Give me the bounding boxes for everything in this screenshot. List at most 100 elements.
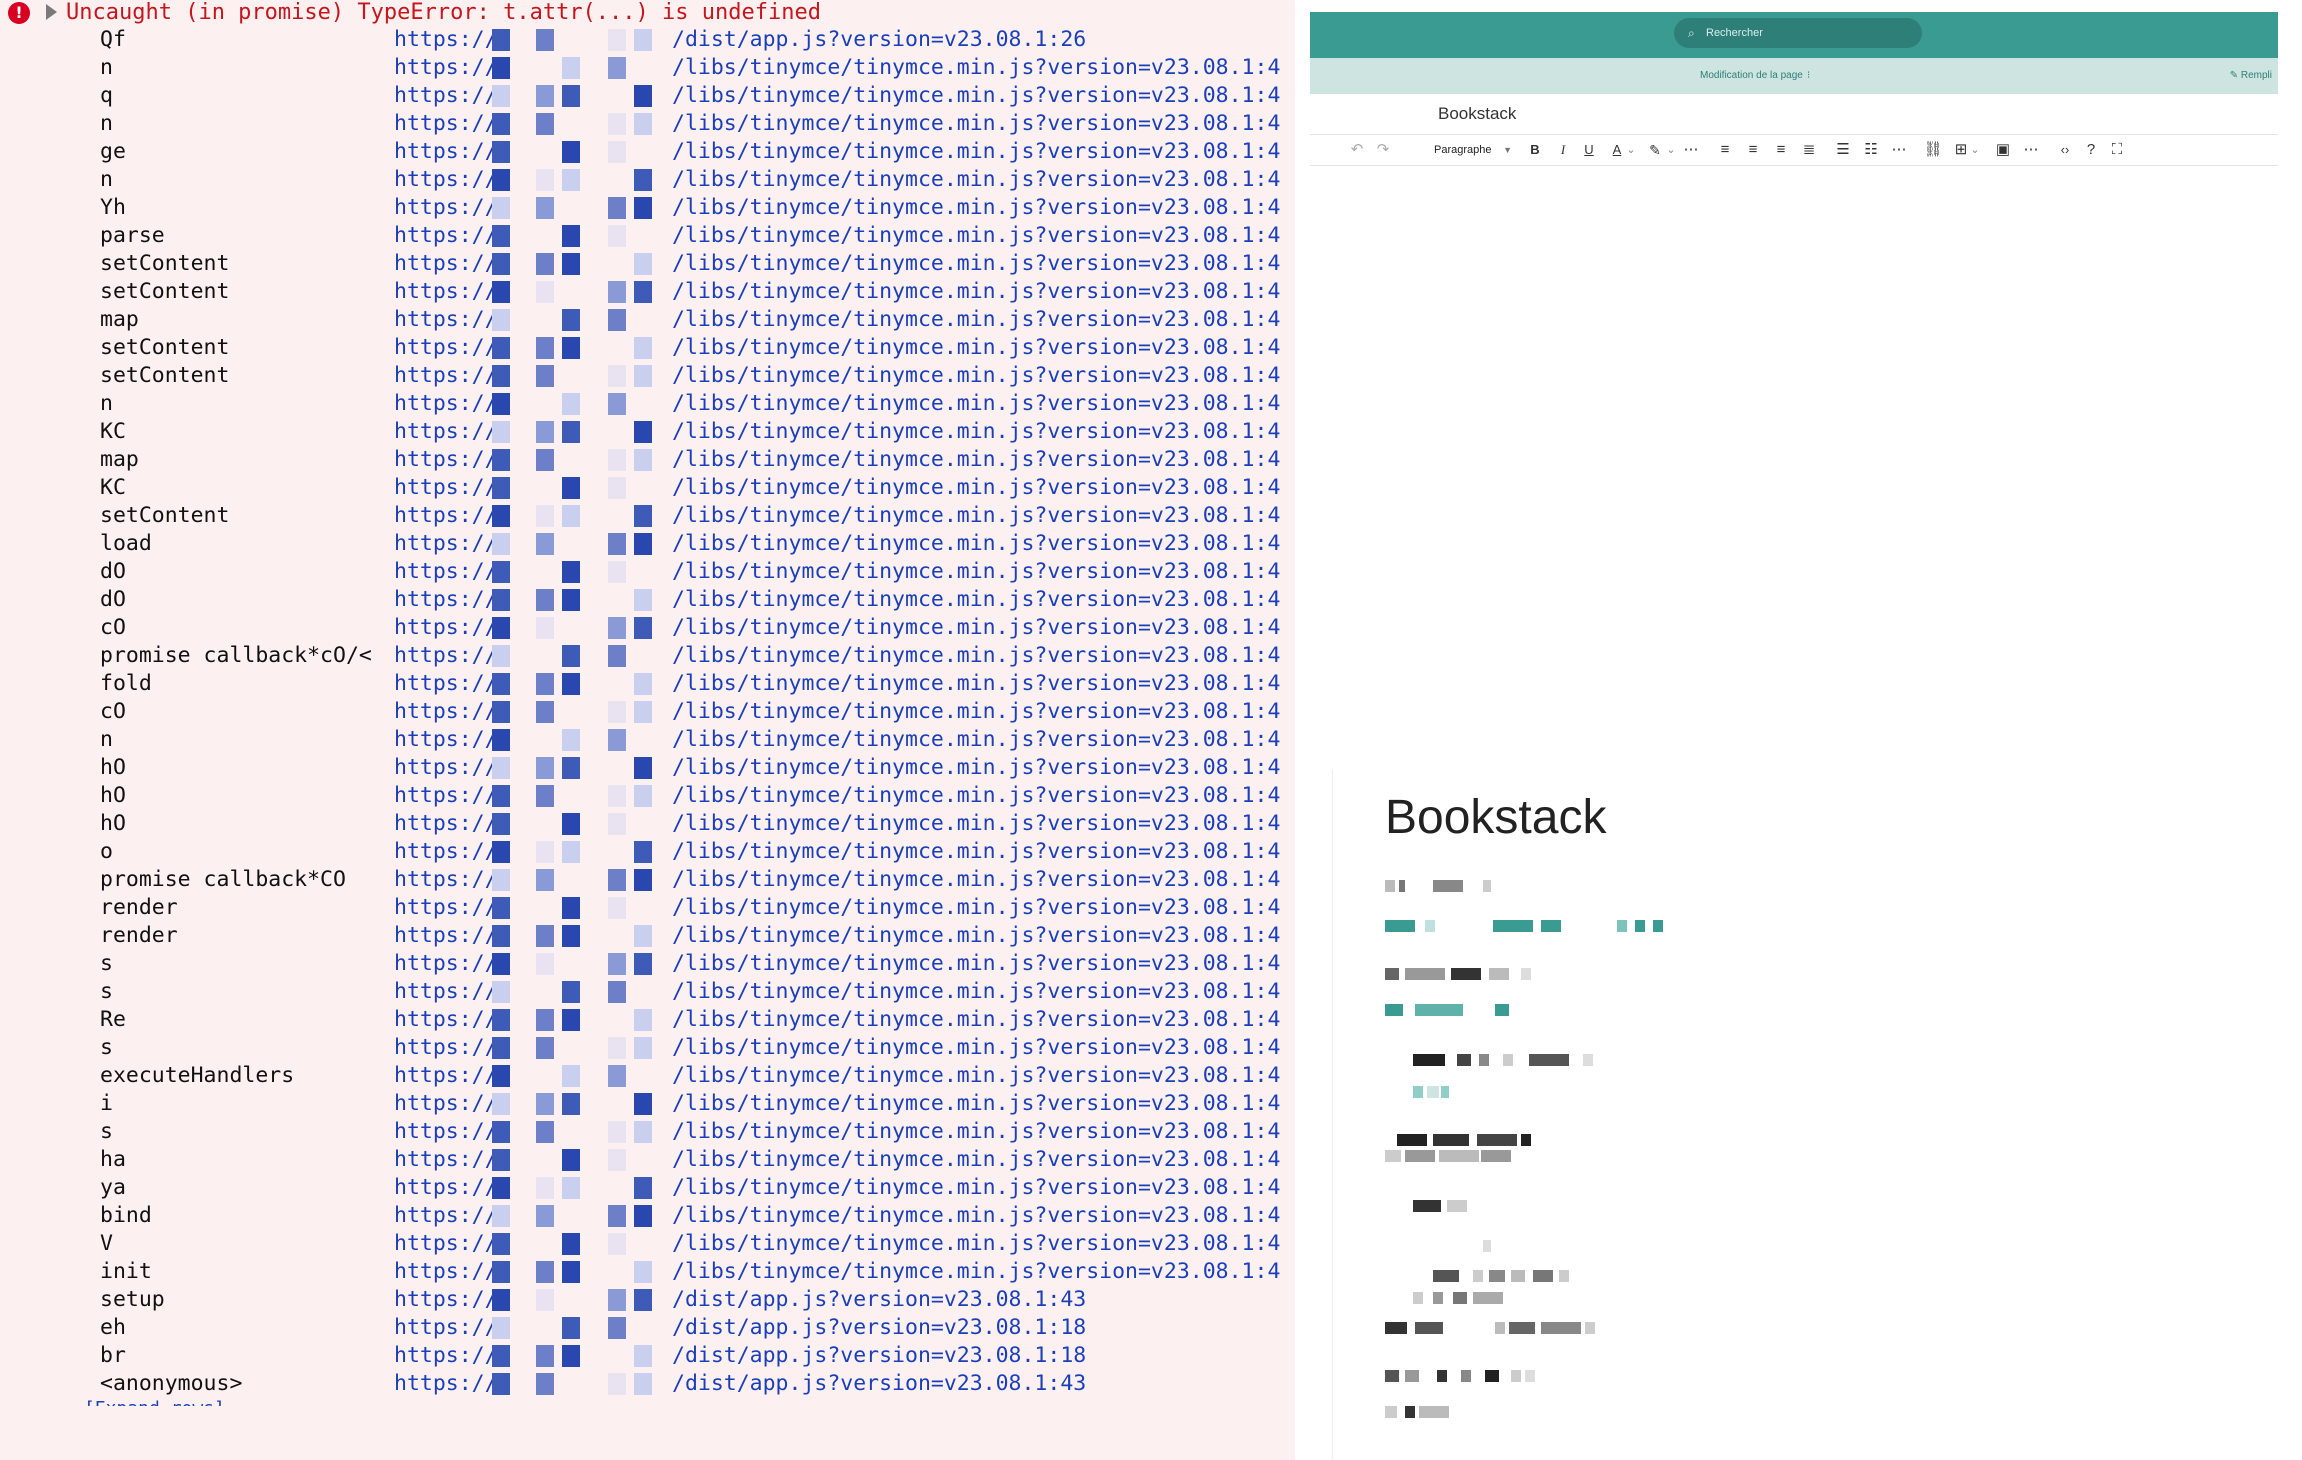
highlight-color-icon[interactable]: ✎ — [1644, 135, 1666, 165]
frame-path[interactable]: /libs/tinymce/tinymce.min.js?version=v23… — [672, 502, 1280, 530]
frame-path[interactable]: /libs/tinymce/tinymce.min.js?version=v23… — [672, 978, 1280, 1006]
stack-frame[interactable]: dO https:// /libs/tinymce/tinymce.min.js?v… — [0, 558, 1295, 586]
frame-path[interactable]: /libs/tinymce/tinymce.min.js?version=v23… — [672, 390, 1280, 418]
align-right-icon[interactable]: ≡ — [1770, 135, 1792, 165]
frame-path[interactable]: /libs/tinymce/tinymce.min.js?version=v23… — [672, 642, 1280, 670]
stack-frame[interactable]: map https:// /libs/tinymce/tinymce.min.js?… — [0, 446, 1295, 474]
stack-frame[interactable]: ha https:// /libs/tinymce/tinymce.min.js?v… — [0, 1146, 1295, 1174]
stack-frame[interactable]: promise callback*CO https:// /libs/tinymce… — [0, 866, 1295, 894]
frame-path[interactable]: /libs/tinymce/tinymce.min.js?version=v23… — [672, 1006, 1280, 1034]
frame-host[interactable]: https:// — [394, 726, 498, 754]
redo-icon[interactable]: ↷ — [1372, 135, 1394, 165]
frame-host[interactable]: https:// — [394, 978, 498, 1006]
stack-frame[interactable]: render https:// /libs/tinymce/tinymce.min.… — [0, 922, 1295, 950]
frame-host[interactable]: https:// — [394, 306, 498, 334]
frame-path[interactable]: /libs/tinymce/tinymce.min.js?version=v23… — [672, 1034, 1280, 1062]
stack-frame[interactable]: setContent https:// /libs/tinymce/tinymce.… — [0, 278, 1295, 306]
more-icon[interactable]: ⋯ — [1888, 135, 1910, 165]
frame-host[interactable]: https:// — [394, 222, 498, 250]
stack-frame[interactable]: n https:// /libs/tinymce/tinymce.min.js?ve… — [0, 110, 1295, 138]
frame-path[interactable]: /dist/app.js?version=v23.08.1:43 — [672, 1286, 1086, 1314]
stack-frame[interactable]: fold https:// /libs/tinymce/tinymce.min.js… — [0, 670, 1295, 698]
bullet-list-icon[interactable]: ☰ — [1832, 135, 1854, 165]
stack-frame[interactable]: render https:// /libs/tinymce/tinymce.min.… — [0, 894, 1295, 922]
stack-frame[interactable]: Re https:// /libs/tinymce/tinymce.min.js?v… — [0, 1006, 1295, 1034]
frame-host[interactable]: https:// — [394, 698, 498, 726]
stack-frame[interactable]: n https:// /libs/tinymce/tinymce.min.js?ve… — [0, 166, 1295, 194]
code-icon[interactable]: ‹› — [2054, 135, 2076, 165]
stack-frame[interactable]: br https:// /dist/app.js?version=v23.08.1:… — [0, 1342, 1295, 1370]
bold-icon[interactable]: B — [1524, 135, 1546, 165]
frame-path[interactable]: /libs/tinymce/tinymce.min.js?version=v23… — [672, 474, 1280, 502]
frame-path[interactable]: /libs/tinymce/tinymce.min.js?version=v23… — [672, 54, 1280, 82]
frame-path[interactable]: /libs/tinymce/tinymce.min.js?version=v23… — [672, 1174, 1280, 1202]
frame-path[interactable]: /libs/tinymce/tinymce.min.js?version=v23… — [672, 1146, 1280, 1174]
frame-host[interactable]: https:// — [394, 390, 498, 418]
frame-host[interactable]: https:// — [394, 782, 498, 810]
frame-host[interactable]: https:// — [394, 418, 498, 446]
frame-path[interactable]: /libs/tinymce/tinymce.min.js?version=v23… — [672, 138, 1280, 166]
frame-path[interactable]: /libs/tinymce/tinymce.min.js?version=v23… — [672, 922, 1280, 950]
table-icon[interactable]: ⊞ — [1950, 135, 1972, 165]
stack-frame[interactable]: setContent https:// /libs/tinymce/tinymce.… — [0, 362, 1295, 390]
frame-host[interactable]: https:// — [394, 838, 498, 866]
frame-host[interactable]: https:// — [394, 1230, 498, 1258]
frame-host[interactable]: https:// — [394, 1034, 498, 1062]
stack-frame[interactable]: setContent https:// /libs/tinymce/tinymce.… — [0, 334, 1295, 362]
frame-path[interactable]: /libs/tinymce/tinymce.min.js?version=v23… — [672, 586, 1280, 614]
frame-path[interactable]: /libs/tinymce/tinymce.min.js?version=v23… — [672, 306, 1280, 334]
stack-frame[interactable]: hO https:// /libs/tinymce/tinymce.min.js?v… — [0, 754, 1295, 782]
help-icon[interactable]: ? — [2080, 135, 2102, 165]
frame-path[interactable]: /libs/tinymce/tinymce.min.js?version=v23… — [672, 1230, 1280, 1258]
frame-path[interactable]: /libs/tinymce/tinymce.min.js?version=v23… — [672, 894, 1280, 922]
frame-host[interactable]: https:// — [394, 250, 498, 278]
frame-path[interactable]: /libs/tinymce/tinymce.min.js?version=v23… — [672, 194, 1280, 222]
frame-path[interactable]: /libs/tinymce/tinymce.min.js?version=v23… — [672, 782, 1280, 810]
frame-host[interactable]: https:// — [394, 1174, 498, 1202]
error-header[interactable]: ! Uncaught (in promise) TypeError: t.att… — [0, 0, 1295, 28]
align-justify-icon[interactable]: ≣ — [1798, 135, 1820, 165]
frame-host[interactable]: https:// — [394, 502, 498, 530]
frame-host[interactable]: https:// — [394, 586, 498, 614]
frame-host[interactable]: https:// — [394, 1258, 498, 1286]
frame-host[interactable]: https:// — [394, 754, 498, 782]
frame-host[interactable]: https:// — [394, 530, 498, 558]
stack-frame[interactable]: cO https:// /libs/tinymce/tinymce.min.js?v… — [0, 698, 1295, 726]
frame-host[interactable]: https:// — [394, 278, 498, 306]
stack-frame[interactable]: o https:// /libs/tinymce/tinymce.min.js?ve… — [0, 838, 1295, 866]
frame-path[interactable]: /libs/tinymce/tinymce.min.js?version=v23… — [672, 110, 1280, 138]
frame-host[interactable]: https:// — [394, 1286, 498, 1314]
frame-path[interactable]: /libs/tinymce/tinymce.min.js?version=v23… — [672, 838, 1280, 866]
block-format-select[interactable]: Paragraphe ▼ — [1434, 139, 1512, 161]
frame-host[interactable]: https:// — [394, 1090, 498, 1118]
text-color-icon[interactable]: A — [1606, 135, 1628, 165]
frame-path[interactable]: /dist/app.js?version=v23.08.1:26 — [672, 26, 1086, 54]
frame-host[interactable]: https:// — [394, 1202, 498, 1230]
frame-path[interactable]: /libs/tinymce/tinymce.min.js?version=v23… — [672, 278, 1280, 306]
frame-host[interactable]: https:// — [394, 1062, 498, 1090]
stack-frame[interactable]: init https:// /libs/tinymce/tinymce.min.js… — [0, 1258, 1295, 1286]
stack-frame[interactable]: eh https:// /dist/app.js?version=v23.08.1:… — [0, 1314, 1295, 1342]
expand-triangle-icon[interactable] — [46, 4, 57, 20]
frame-path[interactable]: /dist/app.js?version=v23.08.1:18 — [672, 1342, 1086, 1370]
frame-path[interactable]: /libs/tinymce/tinymce.min.js?version=v23… — [672, 1062, 1280, 1090]
frame-path[interactable]: /libs/tinymce/tinymce.min.js?version=v23… — [672, 1090, 1280, 1118]
frame-host[interactable]: https:// — [394, 894, 498, 922]
stack-frame[interactable]: hO https:// /libs/tinymce/tinymce.min.js?v… — [0, 782, 1295, 810]
frame-host[interactable]: https:// — [394, 446, 498, 474]
frame-host[interactable]: https:// — [394, 1146, 498, 1174]
frame-host[interactable]: https:// — [394, 54, 498, 82]
frame-path[interactable]: /libs/tinymce/tinymce.min.js?version=v23… — [672, 222, 1280, 250]
page-name-input[interactable]: Bookstack — [1438, 104, 1516, 124]
frame-host[interactable]: https:// — [394, 1342, 498, 1370]
frame-path[interactable]: /libs/tinymce/tinymce.min.js?version=v23… — [672, 334, 1280, 362]
stack-frame[interactable]: n https:// /libs/tinymce/tinymce.min.js?ve… — [0, 726, 1295, 754]
frame-host[interactable]: https:// — [394, 642, 498, 670]
frame-path[interactable]: /libs/tinymce/tinymce.min.js?version=v23… — [672, 166, 1280, 194]
frame-path[interactable]: /libs/tinymce/tinymce.min.js?version=v23… — [672, 530, 1280, 558]
chevron-down-icon[interactable]: ⌄ — [1666, 135, 1676, 165]
frame-host[interactable]: https:// — [394, 866, 498, 894]
underline-icon[interactable]: U — [1578, 135, 1600, 165]
stack-frame[interactable]: KC https:// /libs/tinymce/tinymce.min.js?v… — [0, 418, 1295, 446]
stack-frame[interactable]: executeHandlers https:// /libs/tinymce/tin… — [0, 1062, 1295, 1090]
